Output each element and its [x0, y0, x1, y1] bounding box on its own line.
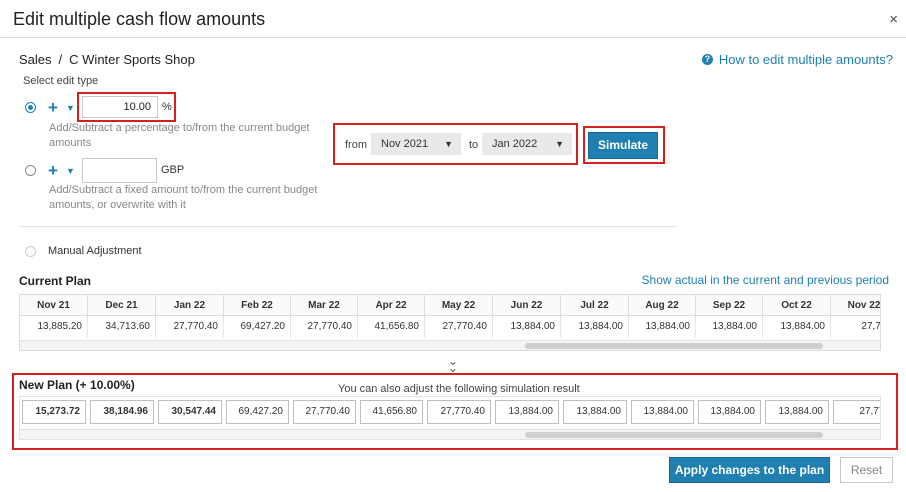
divider [19, 226, 677, 227]
current-plan-cell: 13,885.20 [20, 316, 88, 338]
scrollbar-thumb[interactable] [525, 432, 823, 438]
breadcrumb-part-2: C Winter Sports Shop [69, 52, 195, 67]
plus-icon[interactable]: + [48, 99, 58, 116]
current-plan-cell: 69,427.20 [224, 316, 291, 338]
simulation-note: You can also adjust the following simula… [338, 383, 580, 395]
scrollbar-thumb[interactable] [525, 343, 823, 349]
column-header: Nov 22 [831, 295, 880, 316]
to-month-value: Jan 2022 [492, 138, 538, 150]
from-month-value: Nov 2021 [381, 138, 429, 150]
from-month-select[interactable]: Nov 2021 ▼ [371, 133, 461, 155]
new-plan-title: New Plan (+ 10.00%) [19, 378, 135, 392]
column-header: Jan 22 [156, 295, 224, 316]
current-plan-title: Current Plan [19, 274, 92, 288]
double-chevron-down-icon[interactable]: ⌄ ⌄ [448, 355, 458, 374]
plus-icon[interactable]: + [48, 162, 58, 179]
question-icon: ? [701, 54, 713, 65]
fixed-option-description: Add/Subtract a fixed amount to/from the … [49, 184, 318, 211]
from-label: from [345, 139, 367, 151]
column-header: Sep 22 [696, 295, 763, 316]
new-plan-input[interactable]: 30,547.44 [158, 400, 222, 424]
simulate-button[interactable]: Simulate [588, 132, 658, 159]
column-header: Apr 22 [358, 295, 425, 316]
column-header: Oct 22 [763, 295, 831, 316]
current-plan-cell: 13,884.00 [696, 316, 763, 338]
new-plan-input[interactable]: 41,656.80 [360, 400, 423, 424]
percent-unit: % [162, 101, 172, 113]
new-plan-input[interactable]: 27,770.40 [293, 400, 356, 424]
current-plan-cell: 13,884.00 [763, 316, 831, 338]
new-plan-input[interactable]: 13,884.00 [765, 400, 829, 424]
to-label: to [469, 139, 479, 151]
operator-dropdown-icon[interactable]: ▼ [66, 166, 75, 176]
apply-changes-button[interactable]: Apply changes to the plan [669, 457, 830, 483]
percent-option-description: Add/Subtract a percentage to/from the cu… [49, 122, 310, 149]
new-plan-input[interactable]: 13,884.00 [631, 400, 694, 424]
show-actual-link[interactable]: Show actual in the current and previous … [642, 273, 889, 287]
caret-down-icon: ▼ [555, 139, 564, 149]
new-plan-input[interactable]: 13,884.00 [495, 400, 559, 424]
current-plan-cell: 27,770.40 [425, 316, 493, 338]
current-plan-cell: 13,884.00 [561, 316, 629, 338]
new-plan-input[interactable]: 38,184.96 [90, 400, 154, 424]
new-plan-input[interactable]: 15,273.72 [22, 400, 86, 424]
horizontal-scrollbar[interactable] [20, 429, 880, 439]
current-plan-cell: 13,884.00 [629, 316, 696, 338]
reset-button[interactable]: Reset [840, 457, 893, 483]
column-header: Jul 22 [561, 295, 629, 316]
fixed-unit: GBP [161, 164, 185, 176]
column-header: May 22 [425, 295, 493, 316]
column-header: Aug 22 [629, 295, 696, 316]
manual-option-radio[interactable] [25, 246, 36, 257]
breadcrumb-separator: / [58, 52, 63, 67]
caret-down-icon: ▼ [444, 139, 453, 149]
fixed-amount-input[interactable] [82, 158, 157, 183]
column-header: Jun 22 [493, 295, 561, 316]
current-plan-cell: 13,884.00 [493, 316, 561, 338]
percent-option-radio[interactable] [25, 102, 36, 113]
current-plan-cell: 27,770.40 [291, 316, 358, 338]
current-plan-cell: 41,656.80 [358, 316, 425, 338]
current-plan-cell: 34,713.60 [88, 316, 156, 338]
dialog-title: Edit multiple cash flow amounts [13, 9, 266, 29]
dialog-titlebar: Edit multiple cash flow amounts × [0, 0, 906, 38]
column-header: Nov 21 [20, 295, 88, 316]
select-edit-type-label: Select edit type [23, 75, 99, 87]
column-header: Feb 22 [224, 295, 291, 316]
new-plan-grid: 15,273.72 38,184.96 30,547.44 69,427.20 27,7… [19, 396, 881, 440]
current-plan-cell: 27,770.40 [156, 316, 224, 338]
to-month-select[interactable]: Jan 2022 ▼ [482, 133, 572, 155]
current-plan-grid: Nov 21 Dec 21 Jan 22 Feb 22 Mar 22 Apr 22 May … [19, 294, 881, 351]
percent-input[interactable]: 10.00 [82, 96, 158, 118]
help-link[interactable]: ? How to edit multiple amounts? [701, 52, 893, 67]
operator-dropdown-icon[interactable]: ▼ [66, 103, 75, 113]
new-plan-input[interactable]: 27,770 [833, 400, 880, 424]
breadcrumb: Sales / C Winter Sports Shop [19, 52, 195, 67]
new-plan-input[interactable]: 27,770.40 [427, 400, 491, 424]
breadcrumb-part-1: Sales [19, 52, 52, 67]
new-plan-input[interactable]: 13,884.00 [563, 400, 627, 424]
current-plan-cell: 27,770 [831, 316, 880, 338]
help-link-label: How to edit multiple amounts? [718, 52, 893, 67]
column-header: Mar 22 [291, 295, 358, 316]
new-plan-input[interactable]: 13,884.00 [698, 400, 761, 424]
fixed-option-radio[interactable] [25, 165, 36, 176]
manual-adjustment-label: Manual Adjustment [48, 245, 142, 257]
new-plan-input[interactable]: 69,427.20 [226, 400, 289, 424]
column-header: Dec 21 [88, 295, 156, 316]
horizontal-scrollbar[interactable] [20, 340, 880, 350]
close-icon[interactable]: × [889, 11, 898, 28]
